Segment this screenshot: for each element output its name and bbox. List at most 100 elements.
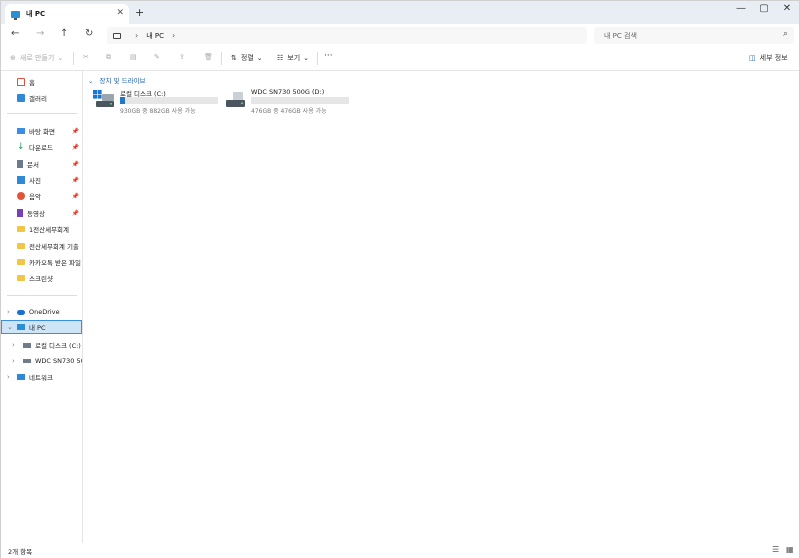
group-header[interactable]: ⌄ 장치 및 드라이브 bbox=[88, 75, 146, 85]
tiles-view-icon[interactable]: ▦ bbox=[786, 545, 794, 554]
navigation-pane: 홈 갤러리 바탕 화면 📌 ↓ 다운로드 📌 문서 📌 사진 📌 음악 📌 동영… bbox=[1, 71, 83, 543]
sidebar-item-label: 스크린샷 bbox=[29, 275, 53, 283]
sidebar-item-onedrive[interactable]: › OneDrive bbox=[1, 305, 82, 319]
group-header-label: 장치 및 드라이브 bbox=[99, 77, 146, 85]
new-button[interactable]: ⊕ 새로 만들기 ⌄ bbox=[10, 53, 63, 63]
sidebar-item-pictures[interactable]: 사진 📌 bbox=[1, 173, 82, 187]
copy-icon: ⧉ bbox=[106, 53, 111, 61]
sidebar-item-network[interactable]: › 네트워크 bbox=[1, 370, 82, 384]
sidebar-item-home[interactable]: 홈 bbox=[1, 75, 82, 89]
breadcrumb-item-this-pc[interactable]: 내 PC bbox=[146, 31, 164, 41]
sidebar-divider bbox=[7, 113, 77, 114]
tab-this-pc[interactable]: 내 PC ✕ bbox=[5, 4, 129, 24]
sidebar-item-folder[interactable]: 카카오톡 받은 파일 bbox=[1, 255, 82, 269]
close-tab-icon[interactable]: ✕ bbox=[116, 8, 124, 18]
drive-item-c[interactable]: 로컬 디스크 (C:) 930GB 중 882GB 사용 가능 bbox=[93, 88, 225, 116]
sidebar-item-folder[interactable]: 전산세무회계 기출 bbox=[1, 239, 82, 253]
more-options-button[interactable]: ··· bbox=[324, 51, 333, 61]
chevron-right-icon[interactable]: › bbox=[135, 31, 138, 40]
pin-icon[interactable]: 📌 bbox=[72, 144, 79, 151]
chevron-right-icon[interactable]: › bbox=[7, 308, 10, 316]
sidebar-item-label: 홈 bbox=[29, 79, 35, 87]
drive-icon bbox=[23, 359, 31, 363]
sidebar-item-label: OneDrive bbox=[29, 308, 60, 316]
sidebar-item-desktop[interactable]: 바탕 화면 📌 bbox=[1, 124, 82, 138]
back-button[interactable]: ← bbox=[11, 28, 19, 39]
pin-icon[interactable]: 📌 bbox=[72, 128, 79, 135]
sidebar-item-folder[interactable]: 1전산세무회계 bbox=[1, 222, 82, 236]
sidebar-item-this-pc[interactable]: ⌄ 내 PC bbox=[1, 320, 82, 334]
new-tab-button[interactable]: + bbox=[135, 6, 144, 19]
folder-icon bbox=[17, 243, 25, 249]
sidebar-item-downloads[interactable]: ↓ 다운로드 📌 bbox=[1, 140, 82, 154]
chevron-right-icon[interactable]: › bbox=[12, 357, 15, 365]
sidebar-item-label: 내 PC bbox=[29, 324, 46, 332]
search-input[interactable]: 내 PC 검색 bbox=[604, 31, 637, 41]
rename-icon: ✎ bbox=[154, 53, 160, 61]
details-view-icon[interactable]: ☰ bbox=[772, 545, 779, 554]
music-icon bbox=[17, 192, 25, 200]
sidebar-item-label: 카카오톡 받은 파일 bbox=[29, 259, 81, 267]
chevron-right-icon[interactable]: › bbox=[12, 341, 15, 349]
chevron-down-icon: ⌄ bbox=[303, 54, 310, 62]
sidebar-item-folder[interactable]: 스크린샷 bbox=[1, 271, 82, 285]
folder-icon bbox=[17, 226, 25, 232]
folder-icon bbox=[17, 275, 25, 281]
drive-item-d[interactable]: WDC SN730 500G (D:) 476GB 중 476GB 사용 가능 bbox=[224, 88, 356, 116]
sort-button[interactable]: ⇅ 정렬 ⌄ bbox=[231, 53, 263, 63]
drive-usage-bar bbox=[251, 97, 349, 104]
chevron-right-icon[interactable]: › bbox=[7, 373, 10, 381]
sidebar-item-label: 1전산세무회계 bbox=[29, 226, 70, 234]
chevron-down-icon[interactable]: ⌄ bbox=[7, 323, 13, 331]
sidebar-item-drive-d[interactable]: › WDC SN730 500G bbox=[1, 354, 82, 368]
view-icon: ☷ bbox=[277, 54, 284, 62]
chevron-right-icon[interactable]: › bbox=[172, 31, 175, 40]
forward-button[interactable]: → bbox=[36, 28, 44, 39]
details-pane-label: 세부 정보 bbox=[759, 54, 788, 62]
view-button[interactable]: ☷ 보기 ⌄ bbox=[277, 53, 309, 63]
pin-icon[interactable]: 📌 bbox=[72, 210, 79, 217]
file-list: ⌄ 장치 및 드라이브 로컬 디스크 (C:) 930GB 중 882GB 사용… bbox=[84, 71, 799, 543]
pin-icon[interactable]: 📌 bbox=[72, 177, 79, 184]
details-pane-button[interactable]: ◫ 세부 정보 bbox=[749, 53, 788, 63]
computer-icon bbox=[113, 32, 121, 39]
sidebar-item-label: 바탕 화면 bbox=[29, 128, 55, 136]
sidebar-item-gallery[interactable]: 갤러리 bbox=[1, 91, 82, 105]
sidebar-item-music[interactable]: 음악 📌 bbox=[1, 189, 82, 203]
share-button[interactable]: ⇪ bbox=[179, 53, 185, 61]
search-box[interactable]: 내 PC 검색 ⌕ bbox=[594, 27, 794, 44]
maximize-button[interactable]: ▢ bbox=[752, 3, 776, 14]
sidebar-item-label: 로컬 디스크 (C:) bbox=[35, 342, 81, 350]
rename-button[interactable]: ✎ bbox=[154, 53, 160, 61]
drive-icon bbox=[23, 342, 31, 348]
delete-button[interactable]: 🗑 bbox=[204, 53, 213, 61]
sidebar-item-label: 음악 bbox=[29, 193, 41, 201]
refresh-button[interactable]: ↻ bbox=[85, 28, 93, 39]
view-button-label: 보기 bbox=[287, 54, 301, 62]
sidebar-item-label: 사진 bbox=[29, 177, 41, 185]
sidebar-item-label: 문서 bbox=[27, 161, 39, 169]
document-icon bbox=[17, 160, 23, 168]
breadcrumb[interactable]: › 내 PC › bbox=[107, 27, 587, 44]
chevron-down-icon: ⌄ bbox=[256, 54, 263, 62]
sidebar-item-drive-c[interactable]: › 로컬 디스크 (C:) bbox=[1, 338, 82, 352]
up-button[interactable]: ↑ bbox=[60, 28, 68, 39]
sidebar-item-label: 전산세무회계 기출 bbox=[29, 243, 79, 251]
chevron-down-icon: ⌄ bbox=[57, 54, 64, 62]
search-icon[interactable]: ⌕ bbox=[783, 29, 788, 39]
pin-icon[interactable]: 📌 bbox=[72, 193, 79, 200]
paste-button[interactable]: ▤ bbox=[130, 53, 137, 61]
copy-button[interactable]: ⧉ bbox=[106, 53, 111, 62]
sidebar-item-documents[interactable]: 문서 📌 bbox=[1, 157, 82, 171]
drive-space-info: 476GB 중 476GB 사용 가능 bbox=[251, 108, 327, 115]
computer-icon bbox=[17, 324, 25, 330]
cut-button[interactable]: ✂ bbox=[83, 53, 89, 61]
close-window-button[interactable]: ✕ bbox=[775, 3, 799, 14]
minimize-button[interactable]: — bbox=[729, 3, 753, 14]
item-count: 2개 항목 bbox=[8, 548, 33, 556]
cut-icon: ✂ bbox=[83, 53, 89, 61]
pin-icon[interactable]: 📌 bbox=[72, 161, 79, 168]
sidebar-item-videos[interactable]: 동영상 📌 bbox=[1, 206, 82, 220]
drive-usage-fill bbox=[120, 97, 125, 104]
cloud-icon bbox=[17, 309, 25, 315]
